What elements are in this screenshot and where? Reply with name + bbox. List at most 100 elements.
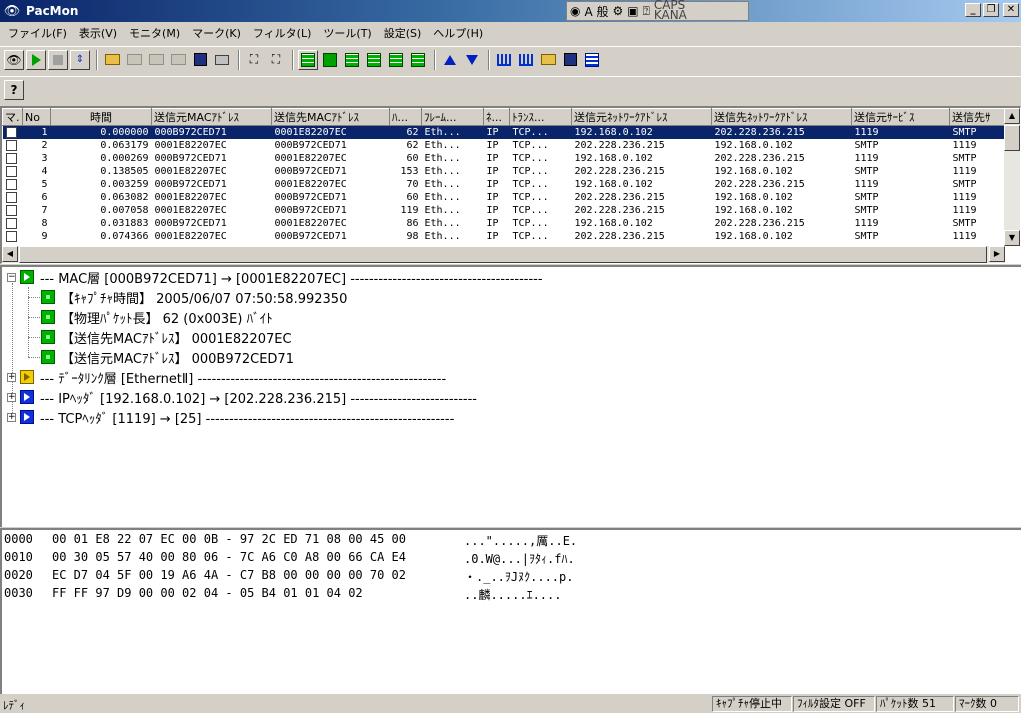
ime-toolbar[interactable]: ◉ A 般 ⚙ ▣ ⍰ CAPS KANA [566,0,749,21]
help-button[interactable]: ? [4,79,24,100]
open-dim-button-2[interactable] [146,50,166,70]
start-capture-button[interactable] [26,49,46,70]
mark-checkbox[interactable] [5,126,17,138]
tree-leaf-capture-time[interactable]: 【ｷｬﾌﾟﾁｬ時間】 2005/06/07 07:50:58.992350 [41,287,347,307]
mark-checkbox[interactable] [5,178,17,190]
stats-button-1[interactable] [494,50,514,70]
col-src-mac-header[interactable]: 送信元MACｱﾄﾞﾚｽ [151,108,272,126]
open-dim-button-3[interactable] [168,50,188,70]
menu-monitor[interactable]: モニタ(M) [123,25,186,41]
tree-node-datalink[interactable]: + --- ﾃﾞｰﾀﾘﾝｸ層 [EthernetⅡ] -------------… [7,367,446,387]
tree-node-mac[interactable]: − --- MAC層 [000B972CED71] → [0001E82207E… [7,267,543,287]
packet-list-vscroll[interactable]: ▲ ▼ [1004,108,1020,246]
previous-packet-button[interactable] [440,50,460,70]
mark-checkbox-cell[interactable] [3,139,23,152]
col-dst-service-header[interactable]: 送信先ｻ [949,108,1008,126]
scroll-up-button[interactable]: ▲ [1004,108,1020,124]
col-transport-header[interactable]: ﾄﾗﾝｽ... [509,108,572,126]
packet-row[interactable]: 8 0.031883 000B972CED71 0001E82207EC 86 Eth..… [3,217,1008,230]
scroll-thumb[interactable] [1004,125,1020,151]
mark-checkbox[interactable] [5,191,17,203]
filter-button-2[interactable] [320,50,340,70]
mark-checkbox[interactable] [5,204,17,216]
scroll-right-button[interactable]: ▶ [989,246,1005,262]
packet-detail-tree[interactable]: − --- MAC層 [000B972CED71] → [0001E82207E… [0,265,1021,527]
packet-row[interactable]: 3 0.000269 000B972CED71 0001E82207EC 60 Eth..… [3,152,1008,165]
col-time-header[interactable]: 時間 [50,108,152,126]
mark-checkbox[interactable] [5,139,17,151]
hex-dump-pane[interactable]: 0000 00 01 E8 22 07 EC 00 0B - 97 2C ED … [0,528,1021,694]
save-button[interactable] [190,50,210,70]
menu-filter[interactable]: フィルタ(L) [247,25,318,41]
mark-checkbox[interactable] [5,165,17,177]
menu-settings[interactable]: 設定(S) [378,25,428,41]
packet-row[interactable]: 1 0.000000 000B972CED71 0001E82207EC 62 Eth..… [2,125,1008,139]
ime-icon[interactable]: ◉ [570,4,580,18]
col-src-service-header[interactable]: 送信元ｻｰﾋﾞｽ [851,108,950,126]
packet-row[interactable]: 7 0.007058 0001E82207EC 000B972CED71 119 Eth.… [3,204,1008,217]
expand-icon[interactable]: + [7,392,16,402]
mark-checkbox-cell[interactable] [3,204,23,217]
packet-row[interactable]: 6 0.063082 0001E82207EC 000B972CED71 60 Eth..… [3,191,1008,204]
mark-checkbox-cell[interactable] [3,178,23,191]
hscroll-thumb[interactable] [19,246,987,263]
filter-button-3[interactable] [342,50,362,70]
filter-button-6[interactable] [408,50,428,70]
minimize-button[interactable]: _ [965,3,981,17]
col-length-header[interactable]: ﾊ... [389,108,422,126]
col-src-net-header[interactable]: 送信元ﾈｯﾄﾜｰｸｱﾄﾞﾚｽ [571,108,712,126]
open-dim-button[interactable] [124,50,144,70]
menu-tools[interactable]: ツール(T) [317,25,377,41]
hex-row[interactable]: 0030 FF FF 97 D9 00 00 02 04 - 05 B4 01 … [4,586,664,604]
tree-node-tcp[interactable]: + --- TCPﾍｯﾀﾞ [1119] → [25] ------------… [7,407,454,427]
tree-leaf-packet-length[interactable]: 【物理ﾊﾟｹｯﾄ長】 62 (0x003E) ﾊﾞｲﾄ [41,307,273,327]
scroll-left-button[interactable]: ◀ [2,246,18,262]
find-button[interactable]: ⛶ [244,50,264,70]
collapse-icon[interactable]: − [7,272,16,282]
pad-icon[interactable]: ▣ [627,4,638,18]
menu-file[interactable]: ファイル(F) [2,25,73,41]
packet-row[interactable]: 9 0.074366 0001E82207EC 000B972CED71 98 Eth..… [3,230,1008,243]
packet-row[interactable]: 2 0.063179 0001E82207EC 000B972CED71 62 Eth..… [3,139,1008,152]
packet-row[interactable]: 5 0.003259 000B972CED71 0001E82207EC 70 Eth..… [3,178,1008,191]
ime-mode[interactable]: A 般 [584,3,608,20]
title-bar[interactable]: 👁 PacMon ◉ A 般 ⚙ ▣ ⍰ CAPS KANA _ ❐ ✕ [0,0,1021,22]
packet-list-hscroll[interactable]: ◀ ▶ [2,246,1005,263]
mark-checkbox-cell[interactable] [3,191,23,204]
dictionary-icon[interactable]: ⚙ [613,4,624,18]
stats-open-button[interactable] [538,50,558,70]
restore-button[interactable]: ❐ [983,3,999,17]
hex-row[interactable]: 0000 00 01 E8 22 07 EC 00 0B - 97 2C ED … [4,532,664,550]
mark-checkbox-cell[interactable] [2,125,23,139]
monitor-eye-button[interactable]: 👁 [4,49,24,70]
col-dst-mac-header[interactable]: 送信先MACｱﾄﾞﾚｽ [271,108,390,126]
scroll-toggle-button[interactable]: ⇕ [70,49,90,70]
menu-help[interactable]: ヘルプ(H) [427,25,489,41]
expand-icon[interactable]: + [7,412,16,422]
hex-row[interactable]: 0010 00 30 05 57 40 00 80 06 - 7C A6 C0 … [4,550,664,568]
filter-button-1[interactable] [298,49,318,70]
mark-checkbox-cell[interactable] [3,217,23,230]
scroll-down-button[interactable]: ▼ [1004,230,1020,246]
calculator-button[interactable] [582,50,602,70]
help-icon[interactable]: ⍰ [643,4,650,19]
stop-capture-button[interactable] [48,49,68,70]
menu-mark[interactable]: マーク(K) [186,25,247,41]
mark-checkbox-cell[interactable] [3,165,23,178]
filter-button-4[interactable] [364,50,384,70]
mark-checkbox[interactable] [5,230,17,242]
next-packet-button[interactable] [462,50,482,70]
col-frame-header[interactable]: ﾌﾚｰﾑ... [421,108,484,126]
col-network-header[interactable]: ﾈ... [483,108,510,126]
open-button[interactable] [102,50,122,70]
mark-checkbox-cell[interactable] [3,152,23,165]
mark-checkbox[interactable] [5,217,17,229]
stats-save-button[interactable] [560,50,580,70]
expand-icon[interactable]: + [7,372,16,382]
col-dst-net-header[interactable]: 送信先ﾈｯﾄﾜｰｸｱﾄﾞﾚｽ [711,108,852,126]
stats-button-2[interactable] [516,50,536,70]
tree-node-ip[interactable]: + --- IPﾍｯﾀﾞ [192.168.0.102] → [202.228.… [7,387,477,407]
tree-leaf-src-mac[interactable]: 【送信元MACｱﾄﾞﾚｽ】 000B972CED71 [41,347,294,367]
packet-list[interactable]: マ. No 時間 送信元MACｱﾄﾞﾚｽ 送信先MACｱﾄﾞﾚｽ ﾊ... ﾌﾚ… [0,106,1021,264]
print-button[interactable] [212,50,232,70]
